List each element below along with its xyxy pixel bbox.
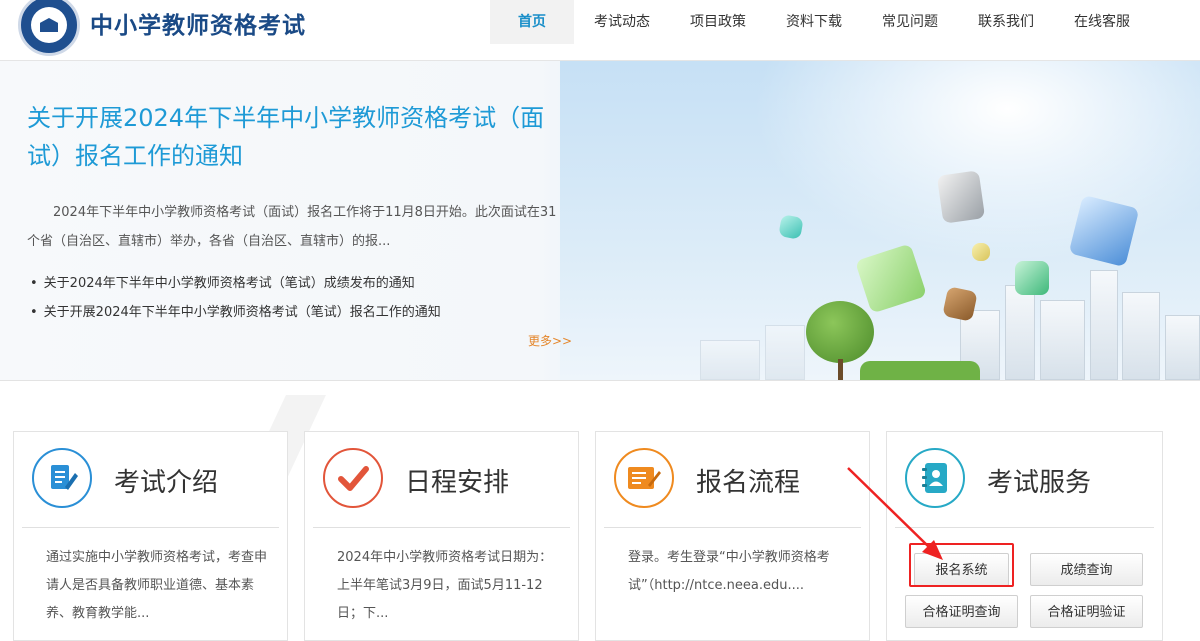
banner-summary: 2024年下半年中小学教师资格考试（面试）报名工作将于11月8日开始。此次面试在…: [27, 205, 557, 249]
nav-home[interactable]: 首页: [490, 0, 574, 44]
card-description[interactable]: 2024年中小学教师资格考试日期为：上半年笔试3月9日，面试5月11-12日；下…: [337, 544, 559, 628]
card-description[interactable]: 登录。考生登录“中小学教师资格考试”（http://ntce.neea.edu.…: [628, 544, 850, 600]
skyline-building: [1040, 300, 1085, 380]
annotation-highlight-box: [909, 543, 1014, 587]
card-description[interactable]: 通过实施中小学教师资格考试，考查申请人是否具备教师职业道德、基本素养、教育教学能…: [46, 544, 268, 628]
skyline-building: [1165, 315, 1200, 380]
site-header: 中小学教师资格考试 首页 考试动态 项目政策 资料下载 常见问题 联系我们 在线…: [0, 0, 1200, 61]
card-title[interactable]: 考试介绍: [114, 462, 218, 499]
nav-contact[interactable]: 联系我们: [958, 0, 1054, 44]
card-exam-intro: 考试介绍 通过实施中小学教师资格考试，考查申请人是否具备教师职业道德、基本素养、…: [13, 431, 288, 641]
site-title[interactable]: 中小学教师资格考试: [90, 6, 306, 40]
skyline-building: [1090, 270, 1118, 380]
recycle-cube-icon: [1015, 261, 1049, 295]
skyline-building: [1005, 285, 1035, 380]
site-logo[interactable]: [18, 0, 80, 56]
news-link[interactable]: 关于2024年下半年中小学教师资格考试（笔试）成绩发布的通知: [30, 269, 441, 298]
news-link[interactable]: 关于开展2024年下半年中小学教师资格考试（笔试）报名工作的通知: [30, 298, 441, 327]
nav-exam-news[interactable]: 考试动态: [574, 0, 670, 44]
small-yellow-cube-icon: [972, 243, 990, 261]
skyline-building: [700, 340, 760, 380]
nav-downloads[interactable]: 资料下载: [766, 0, 862, 44]
certificate-verify-button[interactable]: 合格证明验证: [1030, 595, 1143, 628]
more-link[interactable]: 更多>>: [528, 332, 572, 349]
nav-online-service[interactable]: 在线客服: [1054, 0, 1150, 44]
tree-illustration: [806, 301, 874, 363]
form-pen-icon: [614, 448, 674, 508]
skyline-building: [1122, 292, 1160, 380]
checkmark-icon: [323, 448, 383, 508]
score-query-button[interactable]: 成绩查询: [1030, 553, 1143, 586]
hero-banner: 关于开展2024年下半年中小学教师资格考试（面试）报名工作的通知 2024年下半…: [0, 61, 1200, 381]
card-registration-process: 报名流程 登录。考生登录“中小学教师资格考试”（http://ntce.neea…: [595, 431, 870, 641]
certificate-query-button[interactable]: 合格证明查询: [905, 595, 1018, 628]
card-title[interactable]: 日程安排: [405, 462, 509, 499]
banner-news-list: 关于2024年下半年中小学教师资格考试（笔试）成绩发布的通知 关于开展2024年…: [30, 269, 441, 327]
card-schedule: 日程安排 2024年中小学教师资格考试日期为：上半年笔试3月9日，面试5月11-…: [304, 431, 579, 641]
contact-book-icon: [905, 448, 965, 508]
nav-policy[interactable]: 项目政策: [670, 0, 766, 44]
skyline-building: [765, 325, 805, 380]
card-title[interactable]: 报名流程: [696, 462, 800, 499]
banner-headline[interactable]: 关于开展2024年下半年中小学教师资格考试（面试）报名工作的通知: [27, 99, 567, 175]
piano-cube-icon: [936, 170, 986, 224]
document-pen-icon: [32, 448, 92, 508]
nav-faq[interactable]: 常见问题: [862, 0, 958, 44]
main-nav: 首页 考试动态 项目政策 资料下载 常见问题 联系我们 在线客服: [490, 0, 1150, 60]
card-title[interactable]: 考试服务: [987, 462, 1091, 499]
